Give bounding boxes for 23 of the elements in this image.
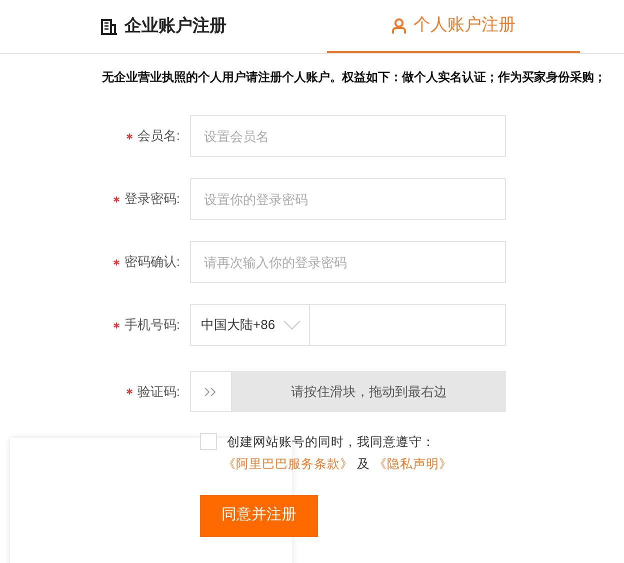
field-label: 手机号码: bbox=[124, 316, 180, 334]
input-field[interactable]: 设置会员名 bbox=[190, 115, 506, 157]
field-label: 密码确认: bbox=[124, 253, 180, 272]
input-field[interactable]: 请再次输入你的登录密码 bbox=[190, 241, 506, 283]
field-label: 会员名: bbox=[137, 127, 180, 146]
agreement-checkbox[interactable] bbox=[200, 433, 217, 450]
field-label: 登录密码: bbox=[124, 190, 180, 208]
conjunction-text: 及 bbox=[357, 456, 370, 473]
agreement-text: 创建网站账号的同时，我同意遵守： bbox=[227, 434, 436, 451]
input-field[interactable]: 设置你的登录密码 bbox=[190, 178, 506, 220]
slider-hint: 请按住滑块，拖动到最右边 bbox=[290, 382, 448, 401]
register-button[interactable]: 同意并注册 bbox=[200, 494, 318, 536]
double-chevron-icon bbox=[204, 386, 218, 396]
notice-text: 无企业营业执照的个人用户请注册个人账户。权益如下：做个人实名认证；作为买家身份采购； bbox=[102, 69, 606, 86]
tab[interactable]: 企业账户注册 bbox=[0, 0, 327, 53]
building-icon bbox=[100, 18, 116, 34]
tab[interactable]: 个人账户注册 bbox=[327, 0, 580, 53]
user-icon bbox=[392, 18, 406, 34]
field-label: 验证码: bbox=[137, 382, 180, 401]
privacy-link[interactable]: 《隐私声明》 bbox=[374, 454, 452, 474]
chevron-down-icon bbox=[283, 320, 302, 330]
terms-link[interactable]: 《阿里巴巴服务条款》 bbox=[223, 454, 353, 474]
slider-handle[interactable] bbox=[190, 371, 232, 412]
